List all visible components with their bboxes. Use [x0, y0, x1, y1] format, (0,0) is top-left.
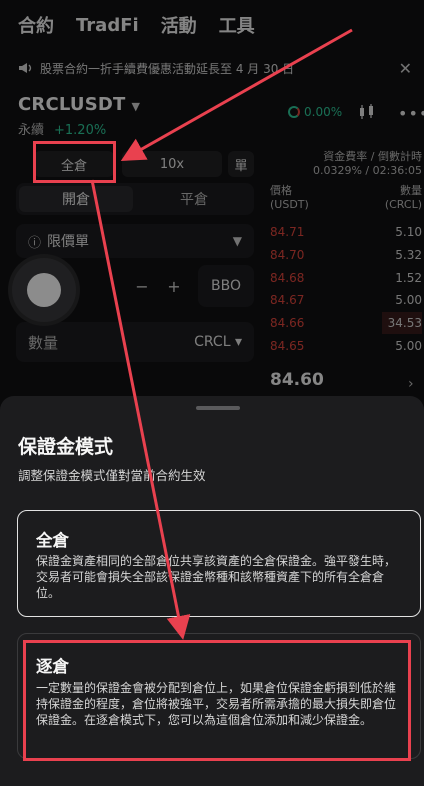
sheet-title: 保證金模式	[18, 436, 114, 458]
sheet-handle[interactable]	[196, 406, 240, 410]
cross-margin-option[interactable]: 全倉 保證金資產相同的全部倉位共享該資產的全倉保證金。強平發生時，交易者可能會損…	[17, 510, 421, 617]
highlight-box-margin-button	[33, 141, 116, 183]
option-title: 全倉	[36, 531, 69, 550]
option-description: 保證金資產相同的全部倉位共享該資產的全倉保證金。強平發生時，交易者可能會損失全部…	[36, 554, 397, 600]
sheet-subtitle: 調整保證金模式僅對當前合約生效	[18, 468, 206, 483]
highlight-box-isolated-option	[23, 640, 411, 761]
